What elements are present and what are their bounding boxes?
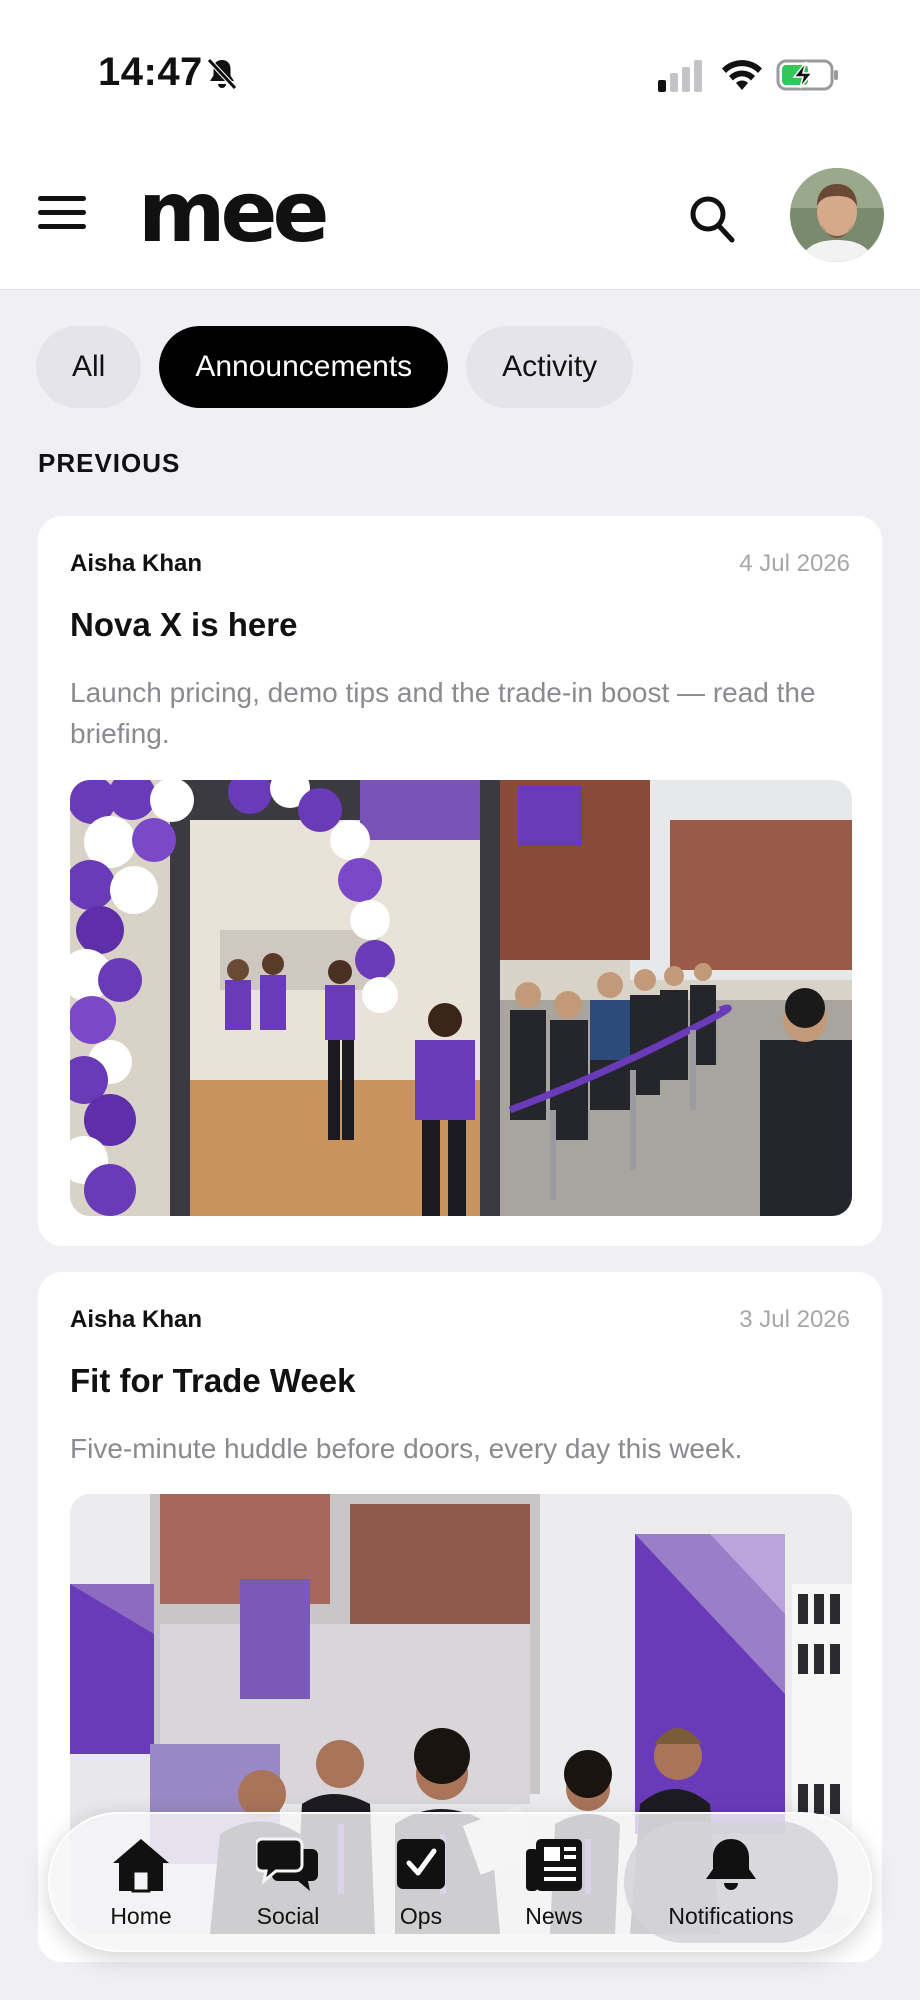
post-summary: Launch pricing, demo tips and the trade-…	[70, 677, 816, 749]
app-logo: mee	[138, 163, 329, 261]
post-image	[70, 780, 852, 1216]
avatar[interactable]	[790, 168, 884, 262]
nav-home-label: Home	[110, 1902, 172, 1929]
post-card[interactable]: Aisha Khan 4 Jul 2026 Nova X is here Lau…	[38, 516, 882, 1246]
post-author: Aisha Khan	[70, 550, 203, 577]
nav-notifications-label: Notifications	[668, 1902, 794, 1929]
filter-tabs: All Announcements Activity	[36, 326, 634, 408]
bottom-nav: Home Social Ops News Notifications	[48, 1812, 872, 1952]
nav-ops[interactable]: Ops	[386, 1821, 456, 1943]
post-title: Fit for Trade Week	[70, 1362, 356, 1399]
nav-ops-label: Ops	[399, 1902, 443, 1929]
nav-social[interactable]: Social	[234, 1821, 342, 1943]
tab-all[interactable]: All	[36, 326, 142, 408]
nav-notifications[interactable]: Notifications	[624, 1821, 838, 1943]
bell-off-icon	[207, 58, 237, 90]
home-icon	[113, 1838, 169, 1892]
tab-announcements[interactable]: Announcements	[159, 326, 449, 408]
checkbox-icon	[397, 1838, 445, 1889]
app-header: mee	[0, 150, 920, 290]
post-title: Nova X is here	[70, 606, 298, 643]
nav-news-label: News	[525, 1902, 583, 1929]
battery-charging-icon	[776, 59, 838, 91]
newspaper-icon	[526, 1838, 582, 1891]
post-date: 4 Jul 2026	[739, 550, 850, 577]
post-date: 3 Jul 2026	[739, 1306, 850, 1333]
nav-home[interactable]: Home	[92, 1821, 190, 1943]
post-author: Aisha Khan	[70, 1306, 203, 1333]
signal-icon	[658, 60, 702, 92]
wifi-icon	[722, 60, 762, 90]
tab-activity[interactable]: Activity	[466, 326, 634, 408]
status-time: 14:47	[98, 50, 203, 94]
post-summary: Five-minute huddle before doors, every d…	[70, 1433, 743, 1464]
chat-bubbles-icon	[256, 1837, 318, 1891]
search-icon[interactable]	[686, 190, 738, 246]
nav-news[interactable]: News	[516, 1821, 592, 1943]
nav-social-label: Social	[256, 1902, 320, 1929]
status-bar: 14:47	[0, 0, 920, 150]
menu-icon[interactable]	[38, 196, 86, 240]
section-label-previous: PREVIOUS	[38, 448, 181, 478]
bell-icon	[706, 1838, 756, 1890]
